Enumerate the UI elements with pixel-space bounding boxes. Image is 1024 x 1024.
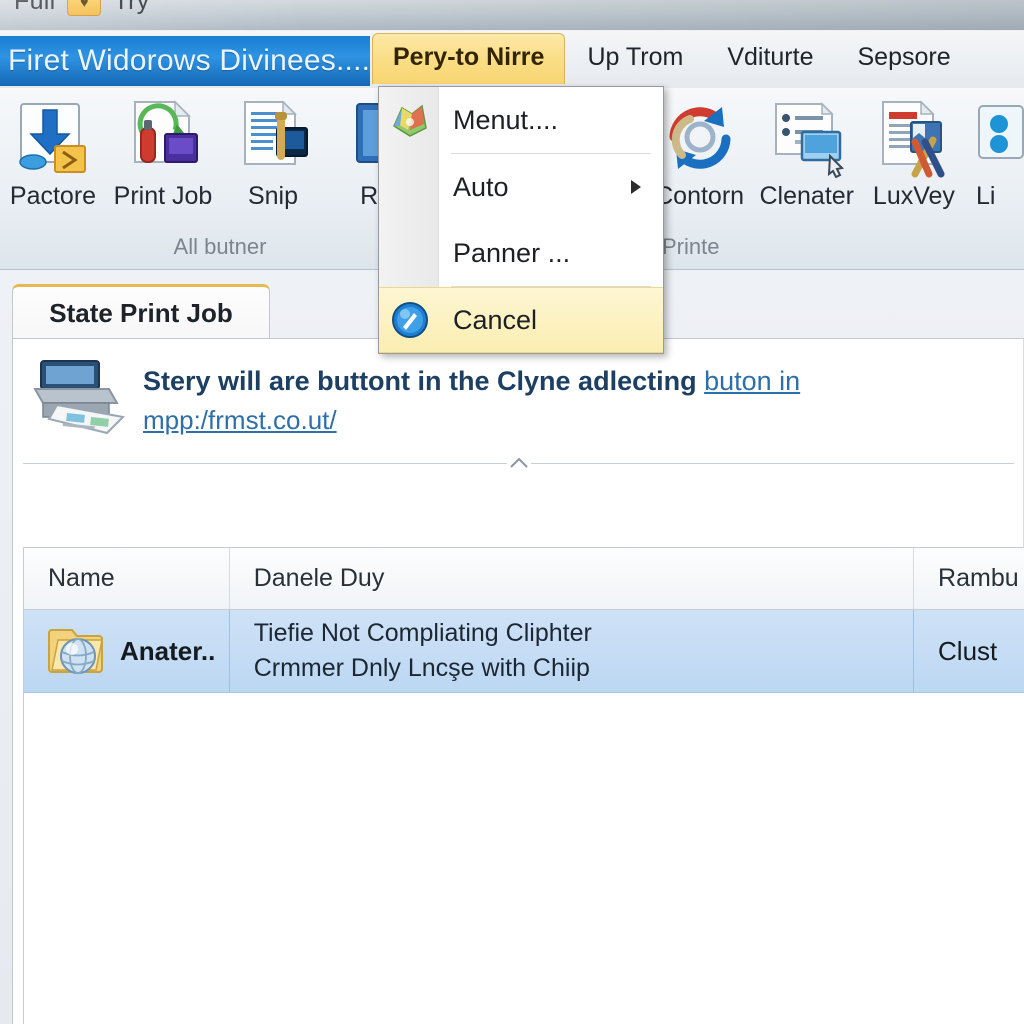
folder-globe-icon	[48, 620, 110, 683]
menu-item-panner[interactable]: Panner ...	[379, 220, 663, 286]
tab-pery-to-nirre[interactable]: Pery-to Nirre	[372, 33, 566, 84]
ribbon-button-label: Li	[976, 182, 996, 210]
chevron-up-icon[interactable]	[506, 456, 531, 470]
tab-label: Sepsore	[857, 43, 951, 71]
tab-sepsore[interactable]: Sepsore	[835, 33, 972, 84]
printer-icon	[27, 357, 127, 440]
snip-icon	[233, 96, 313, 180]
ribbon-button-label: Print Job	[113, 182, 213, 210]
ribbon-button-li[interactable]: Li	[970, 96, 1024, 211]
cell-detail-line-1: Tiefie Not Compliating Cliphter	[253, 618, 592, 647]
list-window-icon	[767, 96, 847, 180]
cell-name[interactable]: Anater..	[24, 610, 230, 692]
table-header-row: Name Danele Duy Rambu	[24, 548, 1024, 610]
colorful-app-icon	[389, 99, 431, 141]
document-tab-label: State Print Job	[49, 298, 233, 328]
table-row[interactable]: Anater.. Tiefie Not Compliating Cliphter…	[24, 610, 1024, 692]
content-panel: Stery will are buttont in the Clyne adle…	[12, 338, 1024, 1024]
column-header-label: Danele Duy	[253, 564, 385, 592]
content-area: State Print Job Stery will are buttont i…	[0, 270, 1024, 1024]
ribbon-group-label: Printe	[662, 234, 720, 259]
notice-inline-link[interactable]: buton in	[704, 366, 800, 396]
cell-name-text: Anater..	[120, 635, 216, 666]
ribbon-button-label: Clenater	[759, 182, 855, 210]
menu-item-label: Menut....	[453, 104, 559, 135]
document-tools-icon	[874, 96, 954, 180]
tab-vditurte[interactable]: Vditurte	[705, 33, 835, 84]
cell-detail-line-2: Crmmer Dnly Lncşe with Chiip	[253, 654, 590, 682]
ribbon-button-print-job[interactable]: Print Job	[110, 96, 216, 211]
ribbon-group-printe: Contorn Clenater LuxVey Li Printe	[648, 88, 1024, 270]
collapse-separator	[23, 456, 1014, 470]
status-text: Clust	[938, 635, 998, 666]
column-header-rambu[interactable]: Rambu	[914, 548, 1024, 609]
tab-label: Up Trom	[587, 43, 684, 71]
ribbon-button-label: Contorn	[655, 182, 745, 210]
menu-item-auto[interactable]: Auto	[379, 154, 663, 220]
print-job-icon	[123, 96, 203, 180]
address-bar[interactable]: Firet Widorows Divinees........	[0, 36, 370, 86]
application-window: Full ♥ Try Firet Widorows Divinees......…	[0, 0, 1024, 1024]
notice-text-block: Stery will are buttont in the Clyne adle…	[143, 357, 800, 436]
cell-status[interactable]: Clust	[914, 610, 1024, 692]
menu-item-label: Cancel	[453, 304, 538, 335]
column-header-label: Name	[48, 564, 115, 592]
ribbon-group-all-butner: Pactore Print Job Snip All butner	[0, 88, 440, 270]
tab-label: Pery-to Nirre	[393, 43, 545, 71]
top-strip-gloss	[0, 0, 1024, 30]
address-bar-text: Firet Widorows Divinees........	[8, 44, 370, 77]
ribbon-button-pactore[interactable]: Pactore	[0, 96, 106, 211]
document-tab-state-print-job[interactable]: State Print Job	[12, 284, 270, 340]
notice-url-link[interactable]: mpp:/frmst.co.ut/	[143, 405, 337, 435]
window-top-strip: Full ♥ Try	[0, 0, 1024, 30]
column-header-danele-duy[interactable]: Danele Duy	[230, 548, 915, 609]
ribbon-button-label: Pactore	[9, 182, 97, 210]
menu-item-cancel[interactable]: Cancel	[379, 287, 663, 353]
compass-icon	[389, 299, 431, 341]
ribbon-button-clenater[interactable]: Clenater	[755, 96, 858, 211]
print-jobs-table: Name Danele Duy Rambu Anater.. Tiefie No…	[23, 547, 1024, 1024]
ribbon-button-luxvey[interactable]: LuxVey	[862, 96, 965, 211]
notice-heading-text: Stery will are buttont in the Clyne adle…	[143, 366, 705, 396]
notice-url-row: mpp:/frmst.co.ut/	[143, 405, 800, 436]
notice-banner: Stery will are buttont in the Clyne adle…	[13, 339, 1024, 450]
download-arrow-icon	[13, 96, 93, 180]
ribbon-tabs: Pery-to Nirre Up Trom Vditurte Sepsore	[372, 33, 973, 89]
notice-heading: Stery will are buttont in the Clyne adle…	[143, 366, 800, 396]
ribbon-button-label: Snip	[247, 182, 299, 210]
ribbon-group-items: Pactore Print Job Snip	[0, 88, 440, 211]
dropdown-menu: Menut.... Auto Panner ... Cancel	[378, 86, 664, 354]
table-empty-area[interactable]	[24, 692, 1024, 1024]
ribbon-button-label: LuxVey	[872, 182, 955, 210]
tab-up-trom[interactable]: Up Trom	[565, 33, 705, 84]
ribbon-group-label: All butner	[173, 234, 267, 259]
ribbon-group-items: Contorn Clenater LuxVey Li	[648, 88, 1024, 211]
partial-blue-icon	[970, 96, 1024, 180]
refresh-sync-icon	[660, 96, 740, 180]
menu-item-menut[interactable]: Menut....	[379, 87, 663, 153]
column-header-name[interactable]: Name	[24, 548, 230, 609]
menu-item-label: Panner ...	[453, 237, 571, 268]
column-header-label: Rambu	[938, 564, 1019, 592]
tab-label: Vditurte	[727, 43, 814, 71]
chevron-right-icon	[631, 180, 641, 194]
menu-item-label: Auto	[453, 171, 509, 202]
cell-details[interactable]: Tiefie Not Compliating Cliphter Crmmer D…	[230, 610, 915, 692]
ribbon-button-snip[interactable]: Snip	[220, 96, 326, 211]
